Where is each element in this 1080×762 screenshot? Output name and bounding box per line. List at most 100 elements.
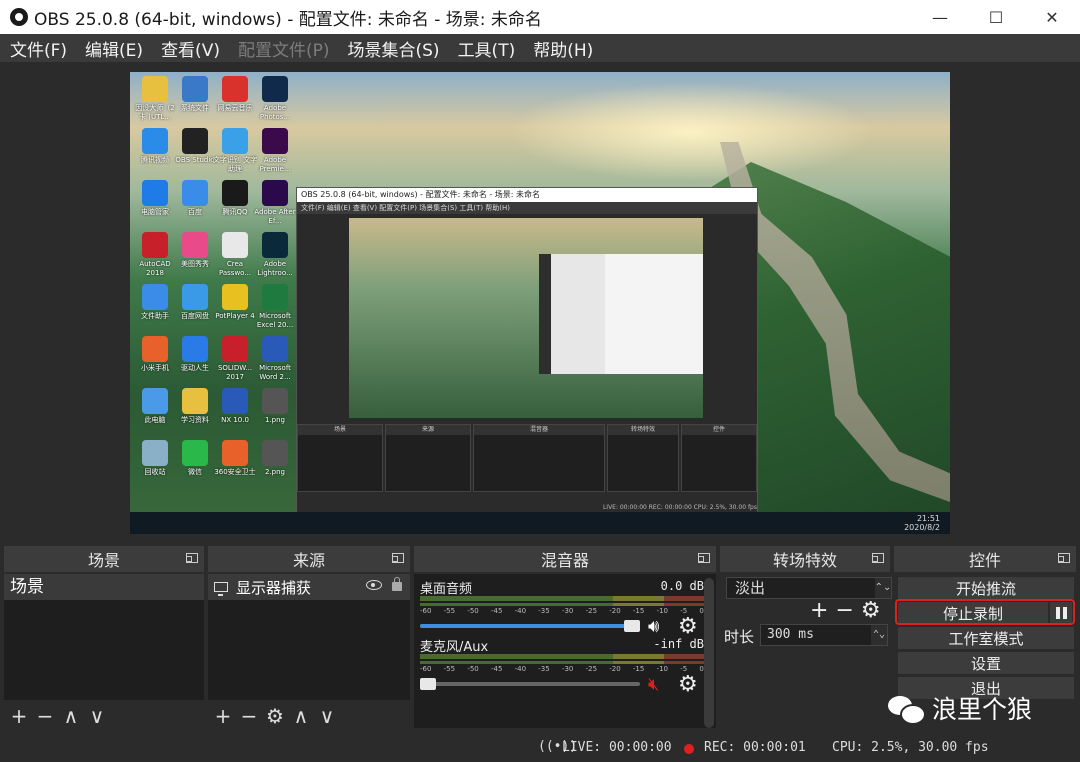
app-icon (262, 232, 288, 258)
settings-button[interactable]: 设置 (898, 652, 1074, 674)
app-icon (222, 388, 248, 414)
app-icon (142, 232, 168, 258)
app-icon (142, 128, 168, 154)
gear-icon[interactable]: ⚙ (678, 614, 698, 639)
app-icon (182, 336, 208, 362)
volume-slider-handle[interactable] (420, 678, 436, 690)
nested-wechat-window (539, 254, 703, 374)
app-icon (142, 388, 168, 414)
menu-edit[interactable]: 编辑(E) (75, 36, 151, 61)
mixer-scrollbar[interactable] (704, 578, 714, 728)
app-icon (182, 284, 208, 310)
desktop-icon: Microsoft Excel 20... (252, 284, 298, 330)
source-item[interactable]: 显示器捕获 (208, 574, 410, 600)
remove-transition-button[interactable]: − (835, 598, 853, 623)
channel-db: -inf dB (653, 637, 704, 651)
menu-scene-collection[interactable]: 场景集合(S) (338, 36, 448, 61)
nested-dock-transitions: 转场特效 (608, 425, 678, 435)
volume-slider[interactable] (420, 620, 640, 632)
volume-slider-handle[interactable] (624, 620, 640, 632)
add-source-button[interactable]: + (212, 704, 234, 728)
meter-tick-label: -25 (585, 665, 598, 673)
volume-meter (420, 596, 704, 601)
add-transition-button[interactable]: + (810, 598, 828, 623)
duration-spinbox[interactable]: 300 ms ⌃⌄ (760, 624, 888, 646)
close-button[interactable]: ✕ (1024, 0, 1080, 34)
preview-canvas[interactable]: 因设大师（2 卡 (UTL... 系统文件 网易云音乐 Adobe Photos...… (130, 72, 950, 534)
meter-tick-label: -45 (490, 607, 503, 615)
speaker-icon[interactable]: 🔊︎ (648, 616, 659, 637)
menu-file[interactable]: 文件(F) (0, 36, 75, 61)
scenes-dock-header: 场景 (4, 546, 204, 572)
float-dock-icon[interactable] (1057, 553, 1070, 563)
lock-icon[interactable] (392, 577, 402, 591)
scene-item[interactable]: 场景 (4, 574, 204, 600)
sources-list[interactable]: 显示器捕获 (208, 574, 410, 700)
float-dock-icon[interactable] (185, 553, 198, 563)
move-down-icon[interactable]: ∨ (316, 704, 338, 728)
channel-name: 麦克风/Aux (420, 640, 489, 655)
float-dock-icon[interactable] (697, 553, 710, 563)
app-icon (222, 284, 248, 310)
source-settings-gear-icon[interactable]: ⚙ (264, 704, 286, 728)
menu-tools[interactable]: 工具(T) (448, 36, 524, 61)
desktop-icon-label: Adobe Lightroo... (257, 260, 293, 277)
app-icon (222, 76, 248, 102)
desktop-icon-label: Adobe Photos... (259, 104, 291, 121)
meter-tick-label: -40 (514, 665, 527, 673)
controls-dock-header: 控件 (894, 546, 1076, 572)
app-icon (262, 180, 288, 206)
title-bar: OBS 25.0.8 (64-bit, windows) - 配置文件: 未命名… (0, 0, 1080, 34)
app-icon (222, 128, 248, 154)
channel-db: 0.0 dB (660, 579, 704, 593)
volume-slider-fill (420, 624, 640, 628)
remove-scene-button[interactable]: − (34, 704, 56, 728)
status-bar: ((•)) LIVE: 00:00:00 REC: 00:00:01 CPU: … (0, 736, 1080, 762)
desktop-icon-label: Microsoft Excel 20... (256, 312, 294, 329)
move-up-icon[interactable]: ∧ (290, 704, 312, 728)
meter-tick-label: -45 (490, 665, 503, 673)
maximize-button[interactable]: ☐ (968, 0, 1024, 34)
remove-source-button[interactable]: − (238, 704, 260, 728)
app-icon (222, 180, 248, 206)
app-icon (142, 440, 168, 466)
float-dock-icon[interactable] (871, 553, 884, 563)
meter-tick-label: -20 (609, 607, 621, 615)
app-icon (222, 232, 248, 258)
meter-tick-label: -50 (467, 607, 479, 615)
meter-tick-label: -10 (656, 665, 668, 673)
move-down-icon[interactable]: ∨ (86, 704, 108, 728)
nested-dock-scenes: 场景 (298, 425, 382, 435)
meter-tick-label: -55 (443, 607, 456, 615)
muted-speaker-icon[interactable]: 🔇︎ (648, 674, 659, 695)
float-dock-icon[interactable] (391, 553, 404, 563)
add-scene-button[interactable]: + (8, 704, 30, 728)
desktop-icon: Adobe Lightroo... (252, 232, 298, 278)
gear-icon[interactable]: ⚙ (678, 672, 698, 697)
sources-dock-header: 来源 (208, 546, 410, 572)
visibility-eye-icon[interactable] (366, 580, 382, 590)
meter-tick-label: -50 (467, 665, 479, 673)
start-streaming-button[interactable]: 开始推流 (898, 577, 1074, 599)
scenes-list[interactable]: 场景 (4, 574, 204, 700)
transition-select[interactable]: 淡出 ⌃⌄ (726, 577, 892, 599)
minimize-button[interactable]: — (912, 0, 968, 34)
app-icon (182, 232, 208, 258)
transition-settings-gear-icon[interactable]: ⚙ (861, 598, 881, 623)
desktop-icon: 2.png (252, 440, 298, 477)
nested-dock-controls: 控件 (682, 425, 756, 435)
app-icon (222, 336, 248, 362)
move-up-icon[interactable]: ∧ (60, 704, 82, 728)
app-icon (262, 388, 288, 414)
desktop-icon: Adobe Photos... (252, 76, 298, 122)
studio-mode-button[interactable]: 工作室模式 (898, 627, 1074, 649)
menu-help[interactable]: 帮助(H) (523, 36, 601, 61)
desktop-icon: Microsoft Word 2... (252, 336, 298, 382)
nested-obs-window: OBS 25.0.8 (64-bit, windows) - 配置文件: 未命名… (296, 187, 758, 515)
app-icon (142, 180, 168, 206)
volume-slider[interactable] (420, 678, 640, 690)
transition-toolbar: + − ⚙ (810, 598, 881, 623)
channel-name: 桌面音频 (420, 582, 473, 597)
live-status: LIVE: 00:00:00 (562, 740, 672, 755)
menu-view[interactable]: 查看(V) (151, 36, 228, 61)
